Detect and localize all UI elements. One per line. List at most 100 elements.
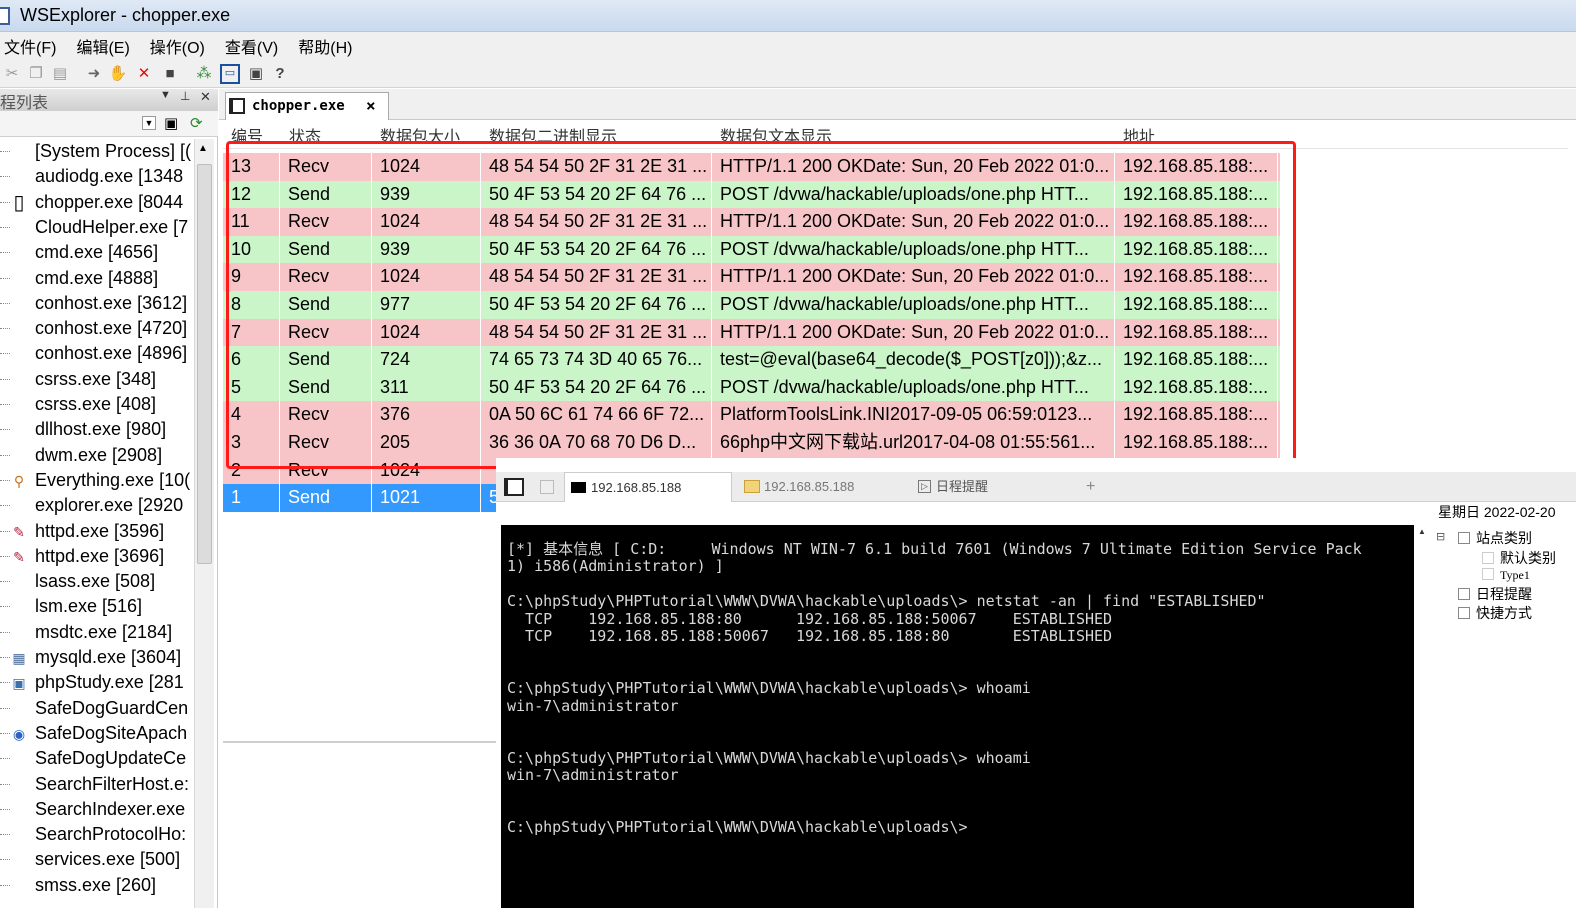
- process-item[interactable]: lsm.exe [516]: [0, 594, 194, 619]
- process-list-panel: 程列表 ▼ ⊥ ✕ ▼ ▣ ⟳ [System Process] [(audio…: [0, 89, 218, 908]
- process-item[interactable]: cmd.exe [4888]: [0, 266, 194, 291]
- process-scrollbar[interactable]: ▲: [194, 139, 214, 908]
- col-hex[interactable]: 数据包二进制显示: [489, 125, 617, 151]
- tree-site-category[interactable]: 站点类别: [1458, 528, 1532, 548]
- tab-close-icon[interactable]: ×: [366, 93, 376, 119]
- collapse-icon[interactable]: ⊟: [1436, 530, 1445, 543]
- save-icon[interactable]: ■: [160, 64, 180, 84]
- tree-connector: [0, 454, 10, 456]
- scrollbar-thumb[interactable]: [197, 164, 212, 564]
- process-item[interactable]: ✎ httpd.exe [3596]: [0, 519, 194, 544]
- process-item[interactable]: explorer.exe [2920: [0, 493, 194, 518]
- properties-icon[interactable]: ▣: [246, 64, 266, 84]
- process-item[interactable]: smss.exe [260]: [0, 873, 194, 898]
- scroll-up-icon[interactable]: ▲: [198, 143, 208, 154]
- col-size[interactable]: 数据包大小: [380, 125, 460, 151]
- menu-file[interactable]: 文件(F): [4, 34, 56, 58]
- terminal-output[interactable]: [*] 基本信息 [ C:D: Windows NT WIN-7 6.1 bui…: [501, 525, 1414, 908]
- network-icon[interactable]: ⁂: [194, 64, 214, 84]
- process-item[interactable]: CloudHelper.exe [7: [0, 215, 194, 240]
- packet-row[interactable]: 8 Send 977 50 4F 53 54 20 2F 64 76 ... POST …: [223, 291, 1280, 319]
- process-item[interactable]: dllhost.exe [980]: [0, 417, 194, 442]
- hand-icon[interactable]: ✋: [108, 64, 128, 84]
- col-text[interactable]: 数据包文本显示: [720, 125, 832, 151]
- delete-x-icon[interactable]: ✕: [134, 64, 154, 84]
- process-item[interactable]: SafeDogGuardCen: [0, 696, 194, 721]
- process-item[interactable]: cmd.exe [4656]: [0, 240, 194, 265]
- process-item[interactable]: lsass.exe [508]: [0, 569, 194, 594]
- process-item[interactable]: csrss.exe [408]: [0, 392, 194, 417]
- tree-schedule[interactable]: 日程提醒: [1458, 584, 1532, 604]
- process-item[interactable]: audiodg.exe [1348: [0, 164, 194, 189]
- col-address[interactable]: 地址: [1123, 125, 1155, 151]
- packet-row[interactable]: 4 Recv 376 0A 50 6C 61 74 66 6F 72... Platfo…: [223, 401, 1280, 429]
- shortcut-icon: [1458, 607, 1470, 619]
- forward-icon[interactable]: ➜: [84, 64, 104, 84]
- tab-chopper[interactable]: chopper.exe ×: [225, 92, 389, 120]
- menu-help[interactable]: 帮助(H): [298, 34, 352, 58]
- tree-default-category[interactable]: 默认类别: [1482, 548, 1556, 568]
- properties-icon[interactable]: ▣: [164, 114, 178, 132]
- process-item[interactable]: conhost.exe [4896]: [0, 341, 194, 366]
- packet-row[interactable]: 3 Recv 205 36 36 0A 70 68 70 D6 D... 66php中文…: [223, 429, 1280, 457]
- chevron-down-icon[interactable]: ▼: [142, 116, 156, 130]
- process-label: msdtc.exe [2184]: [35, 621, 173, 642]
- add-tab-button[interactable]: +: [1086, 472, 1095, 502]
- process-panel-header: 程列表 ▼ ⊥ ✕: [0, 89, 218, 112]
- tab-schedule[interactable]: ▷ 日程提醒: [912, 472, 1082, 502]
- menu-edit[interactable]: 编辑(E): [76, 34, 129, 58]
- cell-address: 192.168.85.188:...: [1115, 208, 1278, 236]
- blank-tab-icon[interactable]: [540, 480, 554, 494]
- process-item[interactable]: dwm.exe [2908]: [0, 443, 194, 468]
- refresh-icon[interactable]: ⟳: [190, 114, 203, 132]
- process-item[interactable]: SearchFilterHost.e:: [0, 772, 194, 797]
- process-item[interactable]: services.exe [500]: [0, 847, 194, 872]
- packet-column-headers: 编号 状态 数据包大小 数据包二进制显示 数据包文本显示 地址: [223, 125, 1568, 149]
- tree-shortcuts[interactable]: 快捷方式: [1458, 603, 1532, 623]
- col-id[interactable]: 编号: [231, 125, 263, 151]
- process-item[interactable]: SearchProtocolHo:: [0, 822, 194, 847]
- tree-connector: [0, 555, 10, 557]
- process-label: dwm.exe [2908]: [35, 444, 163, 465]
- terminal-scrollbar[interactable]: ▲: [1414, 525, 1430, 908]
- menu-operate[interactable]: 操作(O): [150, 34, 205, 58]
- packet-row[interactable]: 6 Send 724 74 65 73 74 3D 40 65 76... test=@…: [223, 346, 1280, 374]
- process-item[interactable]: ▦ mysqld.exe [3604]: [0, 645, 194, 670]
- cell-status: Recv: [280, 456, 372, 485]
- process-item[interactable]: csrss.exe [348]: [0, 367, 194, 392]
- packet-row[interactable]: 7 Recv 1024 48 54 54 50 2F 31 2E 31 ... HTTP…: [223, 318, 1280, 347]
- packet-row[interactable]: 5 Send 311 50 4F 53 54 20 2F 64 76 ... POST …: [223, 373, 1280, 402]
- col-status[interactable]: 状态: [289, 125, 321, 151]
- copy-icon[interactable]: ❐: [26, 64, 46, 84]
- packet-row[interactable]: 11 Recv 1024 48 54 54 50 2F 31 2E 31 ... HTT…: [223, 208, 1280, 236]
- packet-row[interactable]: 12 Send 939 50 4F 53 54 20 2F 64 76 ... POST…: [223, 180, 1280, 209]
- process-item[interactable]: ▣ phpStudy.exe [281: [0, 670, 194, 695]
- tree-type1[interactable]: Type1: [1482, 568, 1530, 583]
- process-item[interactable]: SafeDogUpdateCe: [0, 746, 194, 771]
- close-icon[interactable]: ✕: [200, 89, 211, 105]
- process-item[interactable]: [System Process] [(: [0, 139, 194, 164]
- process-item[interactable]: ⚲ Everything.exe [10(: [0, 468, 194, 493]
- paste-icon[interactable]: ▤: [50, 64, 70, 84]
- help-icon[interactable]: ?: [270, 64, 290, 84]
- cut-icon[interactable]: ✂: [2, 64, 22, 84]
- panel-dropdown-icon[interactable]: ▼: [160, 89, 171, 101]
- process-item[interactable]: conhost.exe [3612]: [0, 291, 194, 316]
- process-item[interactable]: ◉ SafeDogSiteApach: [0, 721, 194, 746]
- process-item[interactable]: SearchIndexer.exe: [0, 797, 194, 822]
- tree-connector: [0, 631, 10, 633]
- window-icon[interactable]: [504, 478, 524, 496]
- tab-file-session[interactable]: 192.168.85.188: [738, 472, 906, 502]
- process-item[interactable]: ▯ chopper.exe [8044: [0, 190, 194, 215]
- window-icon[interactable]: ▭: [220, 64, 240, 84]
- packet-row[interactable]: 10 Send 939 50 4F 53 54 20 2F 64 76 ... POST…: [223, 235, 1280, 264]
- pin-icon[interactable]: ⊥: [180, 89, 190, 103]
- menu-view[interactable]: 查看(V): [225, 34, 278, 58]
- packet-row[interactable]: 9 Recv 1024 48 54 54 50 2F 31 2E 31 ... HTTP…: [223, 263, 1280, 291]
- process-item[interactable]: ✎ httpd.exe [3696]: [0, 544, 194, 569]
- process-item[interactable]: msdtc.exe [2184]: [0, 620, 194, 645]
- packet-row[interactable]: 13 Recv 1024 48 54 54 50 2F 31 2E 31 ... HTT…: [223, 153, 1280, 181]
- tab-console-session[interactable]: 192.168.85.188: [564, 472, 732, 502]
- process-item[interactable]: conhost.exe [4720]: [0, 316, 194, 341]
- scroll-up-icon[interactable]: ▲: [1418, 527, 1426, 536]
